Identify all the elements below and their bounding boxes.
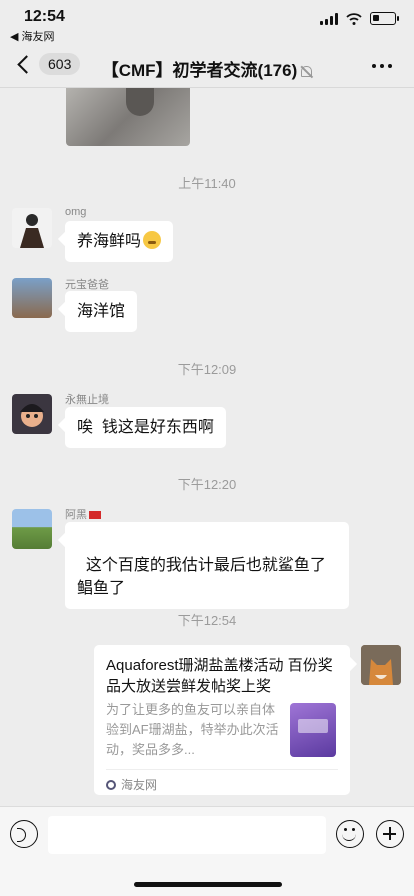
- avatar[interactable]: [12, 208, 52, 248]
- message-bubble[interactable]: 这个百度的我估计最后也就鲨鱼了 鲳鱼了: [65, 522, 349, 609]
- link-card-title: Aquaforest珊湖盐盖楼活动 百份奖品大放送尝鲜发帖奖上奖: [106, 657, 333, 695]
- link-card[interactable]: Aquaforest珊湖盐盖楼活动 百份奖品大放送尝鲜发帖奖上奖 为了让更多的鱼…: [94, 645, 350, 795]
- mute-bell-icon: [301, 66, 313, 77]
- sender-name: 阿黑: [65, 509, 87, 521]
- message-bubble[interactable]: 养海鲜吗: [65, 221, 174, 262]
- plus-icon[interactable]: [376, 820, 404, 848]
- sender-name: 永無止境: [65, 394, 109, 406]
- wifi-icon: [346, 12, 362, 25]
- source-icon: [106, 779, 116, 790]
- timestamp: 下午12:54: [177, 613, 237, 628]
- avatar[interactable]: [12, 509, 52, 549]
- image-message[interactable]: [66, 88, 190, 146]
- status-time: 12:54: [24, 8, 65, 25]
- sweat-smile-emoji-icon: [143, 231, 162, 249]
- divider: [106, 769, 338, 770]
- avatar[interactable]: [12, 278, 52, 318]
- sender-name: 元宝爸爸: [65, 279, 109, 291]
- timestamp: 下午12:09: [177, 362, 237, 377]
- sender-name: omg: [65, 206, 87, 218]
- home-indicator[interactable]: [134, 882, 282, 887]
- timestamp: 上午11:40: [178, 176, 236, 191]
- message-bubble[interactable]: 唉 钱这是好东西啊: [65, 407, 226, 448]
- message-bubble[interactable]: 海洋馆: [65, 291, 138, 332]
- chat-title-wrap: 【CMF】初学者交流(176): [0, 56, 414, 81]
- signal-icon: [320, 12, 338, 25]
- link-card-description: 为了让更多的鱼友可以亲自体验到AF珊湖盐，特举办此次活动，奖品多多...: [106, 702, 279, 757]
- avatar[interactable]: [12, 394, 52, 434]
- battery-icon: [370, 12, 399, 25]
- flag-emoji-icon: [89, 511, 101, 519]
- more-options-button[interactable]: [372, 64, 392, 68]
- message-text: 唉 钱这是好东西啊: [77, 419, 214, 436]
- timestamp: 下午12:20: [177, 477, 237, 492]
- link-card-source: 海友网: [106, 776, 157, 793]
- avatar-self[interactable]: [361, 645, 401, 685]
- message-text: 海洋馆: [77, 303, 126, 320]
- link-card-thumbnail: [290, 703, 336, 757]
- message-text: 养海鲜吗: [77, 233, 142, 250]
- message-input[interactable]: [48, 816, 326, 854]
- emoji-icon[interactable]: [336, 820, 364, 848]
- back-to-app-link[interactable]: ◀ 海友网: [10, 28, 55, 44]
- chat-header: 603 【CMF】初学者交流(176): [0, 44, 414, 88]
- link-card-source-name: 海友网: [121, 778, 158, 792]
- voice-input-icon[interactable]: [10, 820, 38, 848]
- chat-title: 【CMF】初学者交流(176): [101, 61, 298, 80]
- sender-name-wrap: 阿黑: [65, 506, 101, 522]
- message-text: 这个百度的我估计最后也就鲨鱼了 鲳鱼了: [77, 557, 326, 597]
- status-icons: [320, 12, 399, 25]
- status-bar: 12:54 ◀ 海友网: [0, 0, 414, 44]
